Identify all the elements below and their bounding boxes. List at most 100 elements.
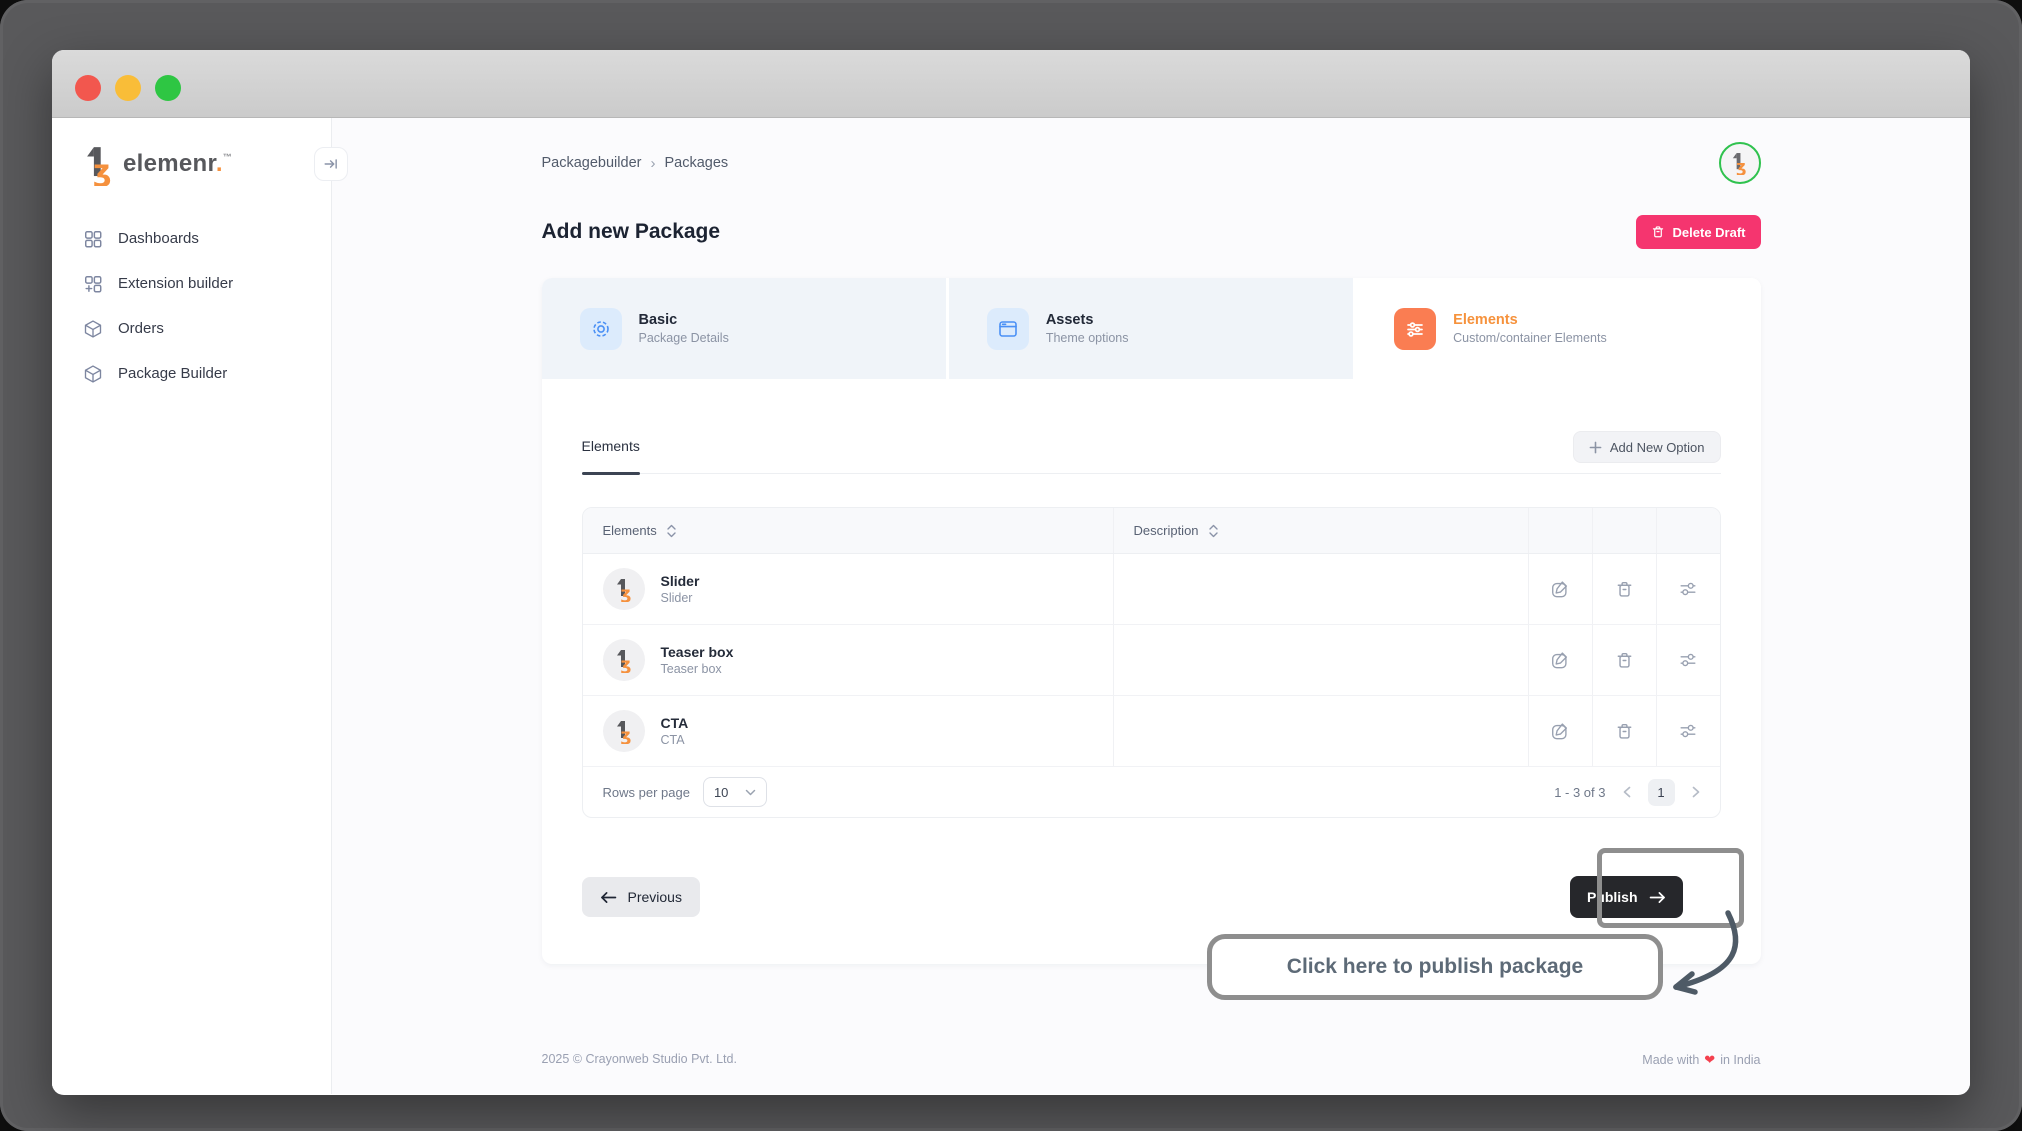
column-header-delete <box>1592 508 1656 553</box>
sidebar-item-package-builder[interactable]: Package Builder <box>52 351 331 396</box>
pagination-range: 1 - 3 of 3 <box>1554 785 1605 800</box>
svg-text:ʒ: ʒ <box>620 655 631 673</box>
tune-icon <box>1678 721 1698 741</box>
edit-row-button[interactable] <box>1528 696 1592 766</box>
edit-row-button[interactable] <box>1528 554 1592 624</box>
trash-icon <box>1615 580 1634 599</box>
brand-name: elemenr.™ <box>123 144 232 184</box>
element-cell: ʒ Slider Slider <box>583 554 1113 624</box>
tab-elements[interactable]: Elements <box>582 438 640 473</box>
element-cell: ʒ CTA CTA <box>583 696 1113 766</box>
t3-logo-icon: ʒ <box>82 144 116 186</box>
page-header: Add new Package Delete Draft <box>542 214 1761 250</box>
svg-text:ʒ: ʒ <box>620 584 631 602</box>
step-title: Basic <box>639 312 729 328</box>
delete-draft-button[interactable]: Delete Draft <box>1636 215 1761 249</box>
svg-text:ʒ: ʒ <box>1736 157 1746 175</box>
step-assets[interactable]: Assets Theme options <box>949 278 1353 379</box>
row-settings-button[interactable] <box>1656 696 1720 766</box>
edit-icon <box>1550 721 1570 741</box>
page-title: Add new Package <box>542 220 721 244</box>
step-subtitle: Custom/container Elements <box>1453 331 1607 345</box>
tune-icon <box>1678 650 1698 670</box>
delete-row-button[interactable] <box>1592 696 1656 766</box>
trash-icon <box>1615 722 1634 741</box>
brand-trademark: ™ <box>223 152 232 162</box>
sidebar-item-label: Extension builder <box>118 275 233 292</box>
element-subtitle: Slider <box>661 591 700 605</box>
breadcrumb-packagebuilder[interactable]: Packagebuilder <box>542 155 642 171</box>
page-number-button[interactable]: 1 <box>1648 779 1675 806</box>
column-header-description[interactable]: Description <box>1113 508 1528 553</box>
element-avatar: ʒ <box>603 639 645 681</box>
minimize-window-button[interactable] <box>115 75 141 101</box>
step-subtitle: Package Details <box>639 331 729 345</box>
table-header-row: Elements Description <box>583 508 1720 554</box>
main-area: Packagebuilder › Packages ʒ <box>332 118 1970 1094</box>
sidebar-item-label: Orders <box>118 320 164 337</box>
app-window: ʒ elemenr.™ <box>52 50 1970 1095</box>
sidebar-item-orders[interactable]: Orders <box>52 306 331 351</box>
plus-icon <box>1589 441 1602 454</box>
sort-icon <box>666 524 677 538</box>
description-cell <box>1113 696 1528 766</box>
elements-panel-header: Elements Add New Option <box>582 431 1721 474</box>
grid-plus-icon <box>83 274 103 294</box>
publish-button[interactable]: Publish <box>1570 876 1683 918</box>
sidebar-item-label: Dashboards <box>118 230 199 247</box>
next-page-button[interactable] <box>1692 786 1700 798</box>
sidebar-item-dashboards[interactable]: Dashboards <box>52 216 331 261</box>
previous-page-button[interactable] <box>1623 786 1631 798</box>
previous-button[interactable]: Previous <box>582 877 700 917</box>
cube-icon <box>83 319 103 339</box>
sidebar-collapse-button[interactable] <box>314 147 348 181</box>
column-header-elements[interactable]: Elements <box>583 508 1113 553</box>
row-settings-button[interactable] <box>1656 554 1720 624</box>
svg-text:ʒ: ʒ <box>93 154 112 186</box>
chevron-left-icon <box>1623 786 1631 798</box>
element-subtitle: Teaser box <box>661 662 734 676</box>
description-cell <box>1113 554 1528 624</box>
element-avatar: ʒ <box>603 710 645 752</box>
rows-per-page-select[interactable]: 10 <box>703 777 767 807</box>
step-subtitle: Theme options <box>1046 331 1129 345</box>
chevron-down-icon <box>745 789 756 796</box>
svg-text:ʒ: ʒ <box>620 726 631 744</box>
element-title: Slider <box>661 573 700 589</box>
trash-icon <box>1615 651 1634 670</box>
brand-logo[interactable]: ʒ elemenr.™ <box>52 118 331 188</box>
table-pagination: Rows per page 10 <box>583 767 1720 817</box>
edit-icon <box>1550 579 1570 599</box>
window-titlebar <box>52 50 1970 118</box>
step-basic[interactable]: Basic Package Details <box>542 278 946 379</box>
row-settings-button[interactable] <box>1656 625 1720 695</box>
wizard-steps: Basic Package Details <box>542 278 1761 379</box>
close-window-button[interactable] <box>75 75 101 101</box>
window-controls <box>75 75 181 101</box>
add-new-option-button[interactable]: Add New Option <box>1573 431 1721 463</box>
delete-row-button[interactable] <box>1592 625 1656 695</box>
edit-icon <box>1550 650 1570 670</box>
arrow-right-icon <box>1649 891 1666 904</box>
wizard-footer-buttons: Previous Publish <box>582 876 1721 918</box>
step-elements[interactable]: Elements Custom/container Elements <box>1356 278 1760 379</box>
made-with-love: Made with ❤ in India <box>1642 1052 1760 1068</box>
cube-icon <box>83 364 103 384</box>
page-footer: 2025 © Crayonweb Studio Pvt. Ltd. Made w… <box>542 1052 1761 1068</box>
description-cell <box>1113 625 1528 695</box>
delete-row-button[interactable] <box>1592 554 1656 624</box>
sidebar: ʒ elemenr.™ <box>52 118 332 1094</box>
sidebar-item-extension-builder[interactable]: Extension builder <box>52 261 331 306</box>
maximize-window-button[interactable] <box>155 75 181 101</box>
edit-row-button[interactable] <box>1528 625 1592 695</box>
breadcrumb-packages[interactable]: Packages <box>664 155 728 171</box>
chevron-right-icon <box>1692 786 1700 798</box>
sliders-icon <box>1394 308 1436 350</box>
tune-icon <box>1678 579 1698 599</box>
browser-icon <box>987 308 1029 350</box>
rows-per-page-label: Rows per page <box>603 785 690 800</box>
user-avatar[interactable]: ʒ <box>1719 142 1761 184</box>
breadcrumb-separator: › <box>650 155 655 172</box>
arrow-left-icon <box>600 891 617 904</box>
heart-icon: ❤ <box>1704 1052 1715 1068</box>
